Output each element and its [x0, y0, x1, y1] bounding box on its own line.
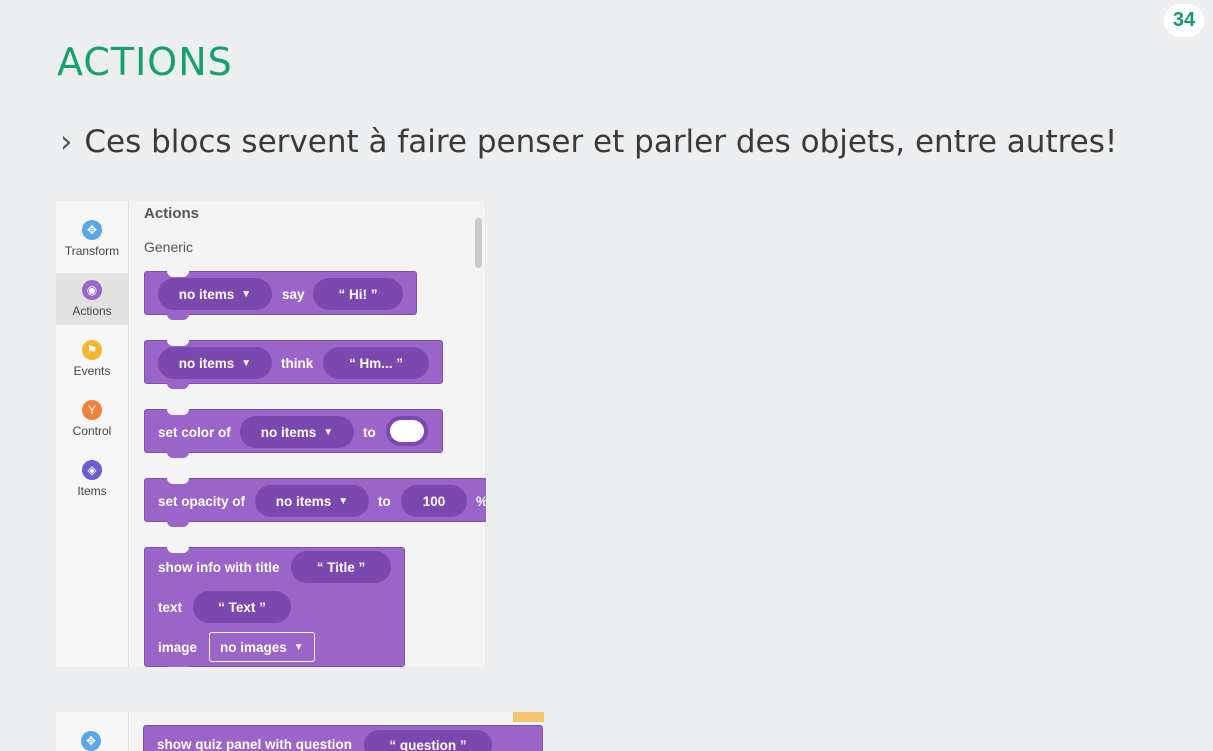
slide-title: ACTIONS	[57, 40, 233, 84]
sidebar-item-label: Control	[72, 424, 112, 438]
workspace-divider	[485, 201, 486, 667]
cube-icon: ◈	[82, 460, 102, 480]
set-opacity-block[interactable]: set opacity of no items▼ to 100 %	[144, 478, 486, 527]
chevron-down-icon: ▼	[293, 641, 304, 653]
bullet-chevron-icon: ›	[60, 124, 73, 160]
opacity-value-input[interactable]: 100	[401, 485, 467, 517]
sidebar-item-label: Events	[73, 364, 111, 378]
blocks-workspace: Actions Generic no items ▼ say “ Hi! ” no…	[129, 201, 486, 667]
chevron-down-icon: ▼	[323, 426, 334, 438]
say-block[interactable]: no items ▼ say “ Hi! ”	[144, 271, 417, 320]
think-subject-dropdown[interactable]: no items ▼	[158, 347, 272, 379]
sidebar-item-events[interactable]: ⚑ Events	[56, 333, 128, 385]
flag-icon: ⚑	[82, 340, 102, 360]
opacity-to-label: to	[378, 494, 391, 509]
chevron-down-icon: ▼	[338, 495, 349, 507]
eye-icon: ◉	[82, 280, 102, 300]
workspace-heading: Actions	[144, 205, 200, 222]
think-block[interactable]: no items ▼ think “ Hm... ”	[144, 340, 443, 389]
opacity-subject-dropdown[interactable]: no items ▼	[255, 485, 369, 517]
quiz-question-input[interactable]: “ question ”	[364, 730, 492, 751]
workspace-scrollbar[interactable]	[475, 218, 482, 268]
set-color-label: set color of	[158, 425, 231, 440]
color-picker-swatch[interactable]	[386, 416, 428, 446]
info-text-label: text	[158, 600, 183, 615]
say-verb-label: say	[282, 287, 305, 302]
info-title-label: show info with title	[158, 560, 280, 575]
subtitle-text: Ces blocs servent à faire penser et parl…	[84, 124, 1118, 160]
chevron-down-icon: ▼	[241, 288, 252, 300]
sidebar-item-control[interactable]: Y Control	[56, 393, 128, 445]
set-opacity-label: set opacity of	[158, 494, 246, 509]
info-image-label: image	[158, 640, 198, 655]
quiz-block-label: show quiz panel with question	[157, 737, 352, 751]
say-text-input[interactable]: “ Hi! ”	[313, 278, 403, 310]
move-icon: ✥	[81, 731, 101, 751]
page-number: 34	[1164, 4, 1204, 37]
think-verb-label: think	[281, 356, 314, 371]
think-text-input[interactable]: “ Hm... ”	[323, 347, 429, 379]
slide-subtitle: › Ces blocs servent à faire penser et par…	[60, 124, 1117, 160]
second-blocks-panel: ✥ show quiz panel with question “ questi…	[56, 712, 544, 751]
opacity-unit-label: %	[476, 494, 486, 509]
chevron-down-icon: ▼	[241, 357, 252, 369]
sidebar-item-actions[interactable]: ◉ Actions	[56, 273, 128, 325]
category-sidebar: ✥ Transform ◉ Actions ⚑ Events Y Control…	[56, 201, 129, 667]
branch-icon: Y	[82, 400, 102, 420]
say-subject-dropdown[interactable]: no items ▼	[158, 278, 272, 310]
show-quiz-block[interactable]: show quiz panel with question “ question…	[143, 725, 543, 751]
color-to-label: to	[363, 425, 376, 440]
info-text-input[interactable]: “ Text ”	[193, 591, 291, 623]
sidebar-item-transform[interactable]: ✥ Transform	[56, 213, 128, 265]
info-title-input[interactable]: “ Title ”	[291, 551, 391, 583]
show-info-block[interactable]: show info with title “ Title ” text “ Te…	[144, 547, 405, 667]
sidebar-item-label: Actions	[72, 304, 112, 318]
move-icon: ✥	[82, 220, 102, 240]
sidebar-item-items[interactable]: ◈ Items	[56, 453, 128, 505]
sidebar-item-label: Transform	[64, 244, 120, 258]
color-subject-dropdown[interactable]: no items ▼	[240, 416, 354, 448]
cospaces-blocks-panel: ✥ Transform ◉ Actions ⚑ Events Y Control…	[56, 201, 486, 667]
info-image-dropdown[interactable]: no images ▼	[209, 632, 315, 662]
workspace-subheading: Generic	[144, 239, 194, 255]
sidebar-item-label: Items	[77, 484, 107, 498]
accent-strip	[513, 712, 544, 722]
set-color-block[interactable]: set color of no items ▼ to	[144, 409, 443, 458]
color-swatch-fill	[390, 420, 424, 442]
